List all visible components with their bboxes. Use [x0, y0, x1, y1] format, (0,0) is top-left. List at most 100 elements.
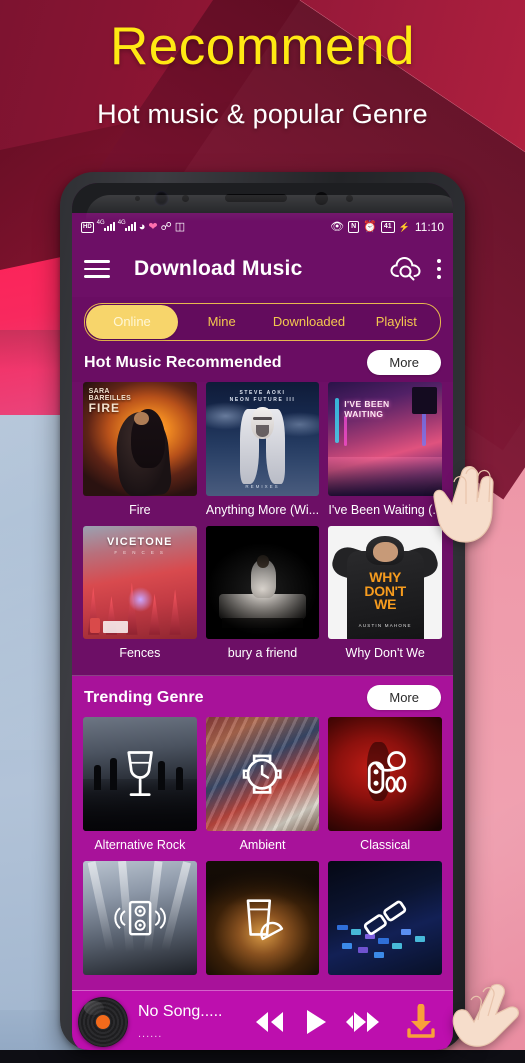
app-bar: Download Music — [72, 241, 453, 297]
pointing-hand-cursor-download — [452, 980, 525, 1058]
battery-icon: 41 — [380, 221, 395, 233]
album-title: Anything More (Wi... — [205, 502, 320, 517]
genre-title — [83, 975, 197, 991]
phone-notch-bar — [72, 183, 453, 213]
album-art-text: VICETONE — [107, 535, 173, 548]
album-card[interactable]: STEVE AOKI NEON FUTURE III REMIXES Anyth… — [205, 382, 320, 526]
genre-art-speaker[interactable] — [83, 861, 197, 975]
album-art-bury-a-friend[interactable] — [205, 525, 320, 640]
tab-online[interactable]: Online — [86, 305, 178, 339]
album-art-text: I'VE BEEN WAITING — [344, 399, 390, 419]
phone-mockup: HD 4G 4G ◕ ❤ ☍ ◫ 👁 N ⏰ 41 ⚡ 11:10 Downlo… — [60, 172, 465, 1050]
album-art-text: SARA BAREILLES FIRE — [88, 387, 132, 416]
genre-title: Ambient — [239, 838, 286, 853]
signal-4g-icon-2: 4G — [118, 220, 136, 234]
app-screen: HD 4G 4G ◕ ❤ ☍ ◫ 👁 N ⏰ 41 ⚡ 11:10 Downlo… — [72, 213, 453, 1050]
genre-art-drinks[interactable] — [205, 861, 320, 975]
sensor-dot-icon — [135, 196, 140, 201]
trending-genre-more-button[interactable]: More — [367, 685, 441, 711]
chain-link-icon — [328, 861, 442, 975]
album-art-text: STEVE AOKI — [239, 389, 286, 396]
genre-art-classical[interactable] — [328, 717, 443, 832]
album-card[interactable]: bury a friend — [205, 525, 320, 670]
genre-art-electronic[interactable] — [328, 861, 443, 975]
album-art-text: NEON FUTURE III — [229, 396, 296, 403]
hot-music-row-2: VICETONE F E N C E S Fences bury a frien… — [72, 525, 453, 670]
glass-lemon-icon — [206, 861, 320, 975]
app-bar-actions — [389, 255, 441, 283]
genre-title: Classical — [360, 838, 411, 853]
speaker-icon — [83, 861, 197, 975]
status-bar-time: 11:10 — [414, 220, 444, 234]
hot-music-header: Hot Music Recommended More — [72, 341, 453, 382]
trending-genre-row-2 — [72, 861, 453, 991]
battery-small-icon: ◫ — [174, 220, 186, 233]
album-title: Fire — [129, 502, 151, 517]
tab-bar: Online Mine Downloaded Playlist — [84, 303, 441, 341]
album-art-fences[interactable]: VICETONE F E N C E S — [83, 525, 197, 640]
genre-art-alternative-rock[interactable] — [83, 717, 197, 832]
trending-genre-body: Alternative Rock Ambient Classical — [72, 717, 453, 997]
play-icon[interactable] — [302, 1008, 328, 1036]
abstract-instrument-icon — [328, 717, 442, 831]
genre-title: Alternative Rock — [94, 838, 186, 853]
genre-title — [206, 975, 320, 991]
status-bar: HD 4G 4G ◕ ❤ ☍ ◫ 👁 N ⏰ 41 ⚡ 11:10 — [72, 213, 453, 241]
cloud-search-icon[interactable] — [389, 255, 423, 283]
player-track-subtitle: ...... — [138, 1027, 163, 1040]
album-art-text: AUSTIN MAHONE — [358, 622, 412, 628]
genre-card[interactable]: Ambient — [205, 717, 320, 861]
hot-music-more-button[interactable]: More — [367, 350, 441, 375]
album-card[interactable]: SARA BAREILLES FIRE Fire — [83, 382, 197, 526]
alarm-icon: ⏰ — [363, 220, 377, 233]
genre-card[interactable] — [83, 861, 197, 991]
overflow-menu-icon[interactable] — [437, 259, 441, 279]
vinyl-record-icon[interactable] — [78, 997, 128, 1047]
promo-subtitle: Hot music & popular Genre — [97, 99, 428, 129]
earpiece-speaker — [225, 194, 287, 202]
fast-forward-icon[interactable] — [344, 1009, 380, 1035]
sensor-dot-icon — [182, 195, 189, 202]
pointing-hand-cursor-album — [432, 452, 506, 548]
album-art-ive-been-waiting[interactable]: I'VE BEEN WAITING — [328, 382, 443, 496]
trending-genre-header: Trending Genre More — [72, 676, 453, 718]
wine-glass-icon — [83, 717, 197, 831]
album-title: I've Been Waiting (... — [328, 502, 443, 517]
front-camera-icon — [154, 191, 169, 206]
hd-icon: HD — [81, 221, 94, 233]
album-art-text: F E N C E S — [114, 549, 166, 555]
hot-music-body: SARA BAREILLES FIRE Fire STEVE AOKI NEON… — [72, 382, 453, 676]
status-bar-right: 👁 N ⏰ 41 ⚡ 11:10 — [330, 220, 444, 234]
page-title: Download Music — [134, 257, 303, 280]
nfc-icon: N — [348, 221, 360, 233]
album-title: bury a friend — [227, 646, 298, 661]
wifi-icon: ◕ — [138, 220, 146, 233]
player-controls — [252, 1008, 380, 1036]
trending-genre-row-1: Alternative Rock Ambient Classical — [72, 717, 453, 861]
album-art-neon-future[interactable]: STEVE AOKI NEON FUTURE III REMIXES — [205, 382, 320, 496]
tab-mine[interactable]: Mine — [178, 305, 265, 339]
rewind-icon[interactable] — [252, 1009, 286, 1035]
hamburger-menu-icon[interactable] — [84, 260, 110, 278]
album-art-why-dont-we[interactable]: WHY DON'T WE AUSTIN MAHONE — [328, 525, 443, 640]
sensor-dot-icon — [346, 195, 353, 202]
album-art-fire[interactable]: SARA BAREILLES FIRE — [83, 382, 197, 496]
hot-music-row-1: SARA BAREILLES FIRE Fire STEVE AOKI NEON… — [72, 382, 453, 526]
tab-playlist[interactable]: Playlist — [353, 305, 440, 339]
album-art-text: WHY DON'T WE — [364, 569, 406, 613]
album-card[interactable]: VICETONE F E N C E S Fences — [83, 525, 197, 670]
genre-art-ambient[interactable] — [205, 717, 320, 832]
genre-card[interactable] — [205, 861, 320, 991]
album-card[interactable]: WHY DON'T WE AUSTIN MAHONE Why Don't We — [328, 525, 443, 670]
album-card[interactable]: I'VE BEEN WAITING I've Been Waiting (... — [328, 382, 443, 526]
charging-bolt-icon: ⚡ — [398, 221, 410, 232]
trending-genre-title: Trending Genre — [84, 688, 204, 706]
tab-downloaded[interactable]: Downloaded — [265, 305, 352, 339]
album-art-text: REMIXES — [245, 483, 280, 489]
genre-card[interactable]: Alternative Rock — [83, 717, 197, 861]
album-title: Why Don't We — [345, 646, 425, 661]
genre-card[interactable] — [328, 861, 443, 991]
status-bar-left: HD 4G 4G ◕ ❤ ☍ ◫ — [81, 220, 185, 234]
download-icon[interactable] — [403, 1004, 439, 1040]
genre-card[interactable]: Classical — [328, 717, 443, 861]
